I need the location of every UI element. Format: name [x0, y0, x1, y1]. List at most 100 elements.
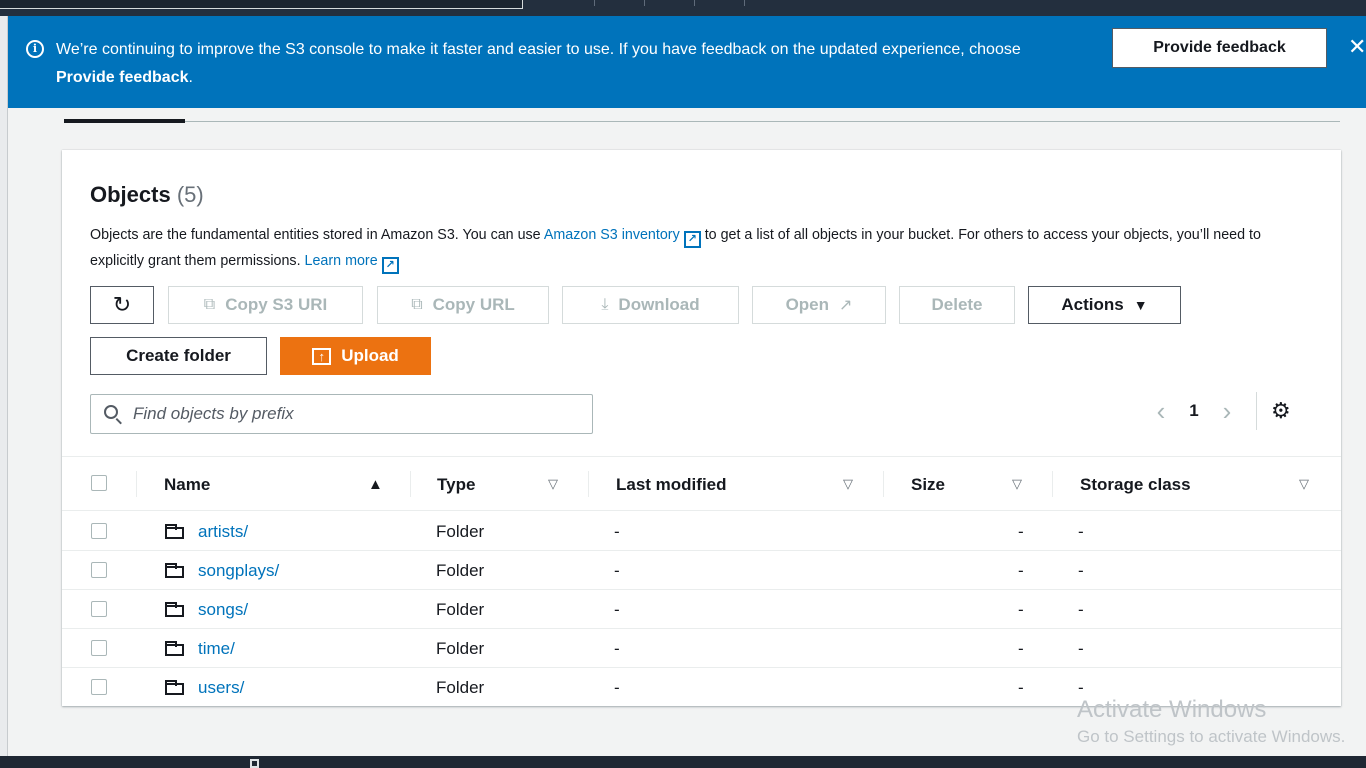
- sort-icon[interactable]: ▽: [1012, 476, 1022, 492]
- object-type: Folder: [436, 638, 485, 658]
- select-all-checkbox[interactable]: [91, 475, 107, 491]
- object-last-modified: -: [614, 599, 620, 619]
- windows-taskbar: [0, 756, 1366, 768]
- tab-objects-active-indicator[interactable]: [64, 119, 185, 123]
- watermark-title: Activate Windows: [1077, 696, 1267, 723]
- object-size: -: [1018, 638, 1024, 658]
- objects-count: (5): [176, 182, 204, 207]
- cloudshell-icon[interactable]: [545, 0, 595, 6]
- table-row: artists/ Folder - - -: [62, 512, 1341, 551]
- row-checkbox[interactable]: [91, 601, 107, 617]
- column-divider[interactable]: [883, 471, 884, 497]
- learn-more-link[interactable]: Learn more ↗: [305, 253, 399, 274]
- column-header-storage-class[interactable]: Storage class: [1080, 457, 1191, 512]
- object-type: Folder: [436, 560, 485, 580]
- table-header: Name ▲ Type ▽ Last modified ▽ Size ▽ Sto…: [62, 456, 1341, 511]
- folder-icon: [165, 680, 184, 695]
- column-divider[interactable]: [1052, 471, 1053, 497]
- top-nav-icons: [545, 0, 745, 6]
- object-storage-class: -: [1078, 521, 1084, 541]
- object-size: -: [1018, 521, 1024, 541]
- objects-description: Objects are the fundamental entities sto…: [90, 222, 1300, 274]
- folder-icon: [165, 602, 184, 617]
- object-storage-class: -: [1078, 599, 1084, 619]
- copy-icon: ⧉: [203, 296, 216, 313]
- object-size: -: [1018, 560, 1024, 580]
- download-button[interactable]: ⤓ Download: [562, 286, 739, 324]
- sort-icon[interactable]: ▽: [1299, 476, 1309, 492]
- amazon-s3-inventory-link[interactable]: Amazon S3 inventory ↗: [543, 227, 701, 248]
- object-name-link[interactable]: songs/: [198, 590, 248, 629]
- close-icon[interactable]: ✕: [1348, 34, 1366, 60]
- folder-icon: [165, 524, 184, 539]
- search-icon: [104, 405, 118, 419]
- feedback-banner: i We’re continuing to improve the S3 con…: [8, 16, 1366, 108]
- amazon-s3-inventory-link-text: Amazon S3 inventory: [543, 227, 680, 243]
- upload-button[interactable]: ↑ Upload: [280, 337, 431, 375]
- provide-feedback-button[interactable]: Provide feedback: [1112, 28, 1327, 68]
- objects-title-text: Objects: [90, 182, 171, 207]
- next-page-icon[interactable]: ›: [1214, 396, 1240, 427]
- delete-button[interactable]: Delete: [899, 286, 1015, 324]
- column-divider: [136, 471, 137, 497]
- download-icon: ⤓: [601, 296, 609, 313]
- object-type: Folder: [436, 599, 485, 619]
- object-last-modified: -: [614, 677, 620, 697]
- caret-down-icon: ▼: [1133, 297, 1148, 313]
- create-folder-button[interactable]: Create folder: [90, 337, 267, 375]
- gear-icon[interactable]: ⚙: [1271, 398, 1291, 424]
- row-checkbox[interactable]: [91, 523, 107, 539]
- global-search-box[interactable]: [0, 0, 523, 9]
- find-objects-input[interactable]: [133, 395, 583, 433]
- notifications-icon[interactable]: [595, 0, 645, 6]
- external-link-icon: ↗: [839, 297, 853, 314]
- column-divider[interactable]: [410, 471, 411, 497]
- object-type: Folder: [436, 677, 485, 697]
- windows-start-icon[interactable]: [250, 759, 259, 768]
- account-menu[interactable]: [695, 0, 745, 6]
- help-icon[interactable]: [645, 0, 695, 6]
- column-header-name[interactable]: Name: [164, 457, 210, 512]
- column-header-size[interactable]: Size: [911, 457, 945, 512]
- info-icon: i: [26, 40, 44, 58]
- description-text-1: Objects are the fundamental entities sto…: [90, 227, 544, 243]
- object-name-link[interactable]: songplays/: [198, 551, 279, 590]
- object-last-modified: -: [614, 560, 620, 580]
- row-checkbox[interactable]: [91, 640, 107, 656]
- copy-s3-uri-button[interactable]: ⧉ Copy S3 URI: [168, 286, 363, 324]
- current-page[interactable]: 1: [1174, 401, 1214, 421]
- objects-title: Objects (5): [90, 182, 204, 208]
- table-row: songplays/ Folder - - -: [62, 551, 1341, 590]
- object-last-modified: -: [614, 638, 620, 658]
- objects-panel: Objects (5) Objects are the fundamental …: [62, 150, 1341, 706]
- sort-icon[interactable]: ▽: [843, 476, 853, 492]
- object-name-link[interactable]: time/: [198, 629, 235, 668]
- left-scrollbar[interactable]: [0, 16, 8, 756]
- object-storage-class: -: [1078, 560, 1084, 580]
- table-row: songs/ Folder - - -: [62, 590, 1341, 629]
- object-name-link[interactable]: artists/: [198, 512, 248, 551]
- banner-message-text: We’re continuing to improve the S3 conso…: [56, 41, 1021, 58]
- actions-label: Actions: [1061, 295, 1124, 314]
- object-size: -: [1018, 599, 1024, 619]
- copy-url-label: Copy URL: [432, 295, 515, 314]
- column-header-last-modified[interactable]: Last modified: [616, 457, 727, 512]
- create-folder-label: Create folder: [126, 346, 231, 365]
- row-checkbox[interactable]: [91, 679, 107, 695]
- column-header-type[interactable]: Type: [437, 457, 475, 512]
- sort-icon[interactable]: ▽: [548, 476, 558, 492]
- folder-icon: [165, 563, 184, 578]
- external-link-icon: ↗: [381, 257, 399, 274]
- banner-message-end: .: [188, 69, 193, 86]
- copy-url-button[interactable]: ⧉ Copy URL: [377, 286, 549, 324]
- object-last-modified: -: [614, 521, 620, 541]
- row-checkbox[interactable]: [91, 562, 107, 578]
- open-label: Open: [785, 295, 830, 314]
- refresh-button[interactable]: ↻: [90, 286, 154, 324]
- open-button[interactable]: Open ↗: [752, 286, 886, 324]
- actions-dropdown-button[interactable]: Actions ▼: [1028, 286, 1181, 324]
- column-divider[interactable]: [588, 471, 589, 497]
- previous-page-icon[interactable]: ‹: [1148, 396, 1174, 427]
- object-name-link[interactable]: users/: [198, 668, 244, 707]
- sort-ascending-icon[interactable]: ▲: [368, 476, 383, 493]
